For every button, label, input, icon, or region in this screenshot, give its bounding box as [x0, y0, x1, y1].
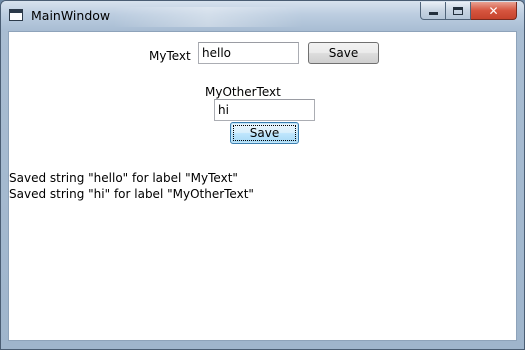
title-bar[interactable]: MainWindow ✕ — [1, 1, 524, 31]
maximize-icon — [453, 6, 463, 15]
myothertext-label: MyOtherText — [205, 85, 281, 99]
title-bar-reflection — [113, 7, 303, 27]
myothertext-input[interactable] — [214, 99, 315, 121]
log-line: Saved string "hello" for label "MyText" — [9, 171, 238, 185]
close-button[interactable]: ✕ — [471, 2, 517, 20]
minimize-button[interactable] — [420, 2, 446, 20]
window-title: MainWindow — [31, 8, 111, 23]
close-icon: ✕ — [488, 3, 499, 18]
maximize-button[interactable] — [446, 2, 471, 20]
app-icon[interactable] — [9, 9, 23, 21]
minimize-icon — [428, 12, 438, 15]
mytext-label: MyText — [149, 49, 191, 63]
save-myothertext-button[interactable]: Save — [230, 122, 299, 144]
main-window: MainWindow ✕ MyText Save MyOtherText Sav… — [0, 0, 525, 350]
mytext-input[interactable] — [198, 42, 299, 64]
log-line: Saved string "hi" for label "MyOtherText… — [9, 187, 254, 201]
client-area: MyText Save MyOtherText Save Saved strin… — [8, 31, 517, 341]
save-mytext-button[interactable]: Save — [308, 42, 379, 64]
